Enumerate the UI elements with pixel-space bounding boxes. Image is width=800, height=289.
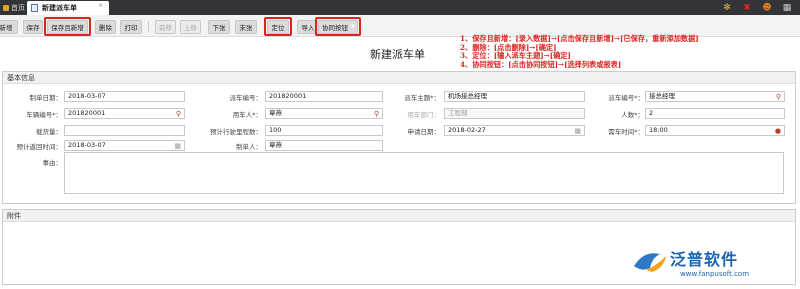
home-tab[interactable]: 首页 [0,2,28,13]
use-time-value: 18:00 [649,126,668,134]
make-date-field[interactable]: 2018-03-07 [64,91,185,102]
dispatch-no-label: 派车编号： [229,94,263,102]
use-time-field[interactable]: 18:00 ● [645,125,785,136]
user-avatar-icon[interactable]: ☻ [762,3,772,13]
use-time-label: 需车时间*： [608,128,644,136]
reason-label: 事由： [42,159,63,167]
dept-label: 用车部门： [407,111,441,119]
vehicle-no-value: 201820001 [68,109,106,117]
delete-button[interactable]: 删除 [95,20,116,34]
apply-date-value: 2018-02-27 [448,126,486,134]
return-field[interactable]: 2018-03-07 ▦ [64,140,185,151]
subject-field[interactable]: 机场接总经理 [444,91,585,102]
search-icon[interactable]: ⚲ [374,110,379,119]
vehicle-no-field[interactable]: 201820001 ⚲ [64,108,185,119]
section-header: 基本信息 [3,72,795,84]
grid-icon[interactable]: ▦ [782,3,792,13]
mileage-field[interactable]: 100 [265,125,383,136]
apply-no-field[interactable]: 接总经理 ⚲ [645,91,785,102]
separator [148,21,149,32]
apply-date-field[interactable]: 2018-02-27 ▦ [444,125,585,136]
apply-date-label: 申请日期： [407,128,441,136]
prev-button[interactable]: 上移 [180,20,201,34]
locate-button[interactable]: 定位 [267,20,289,34]
return-value: 2018-03-07 [68,141,106,149]
instruction-notes: 1、保存且新增：[录入数据]→[点击保存且新增]→[已保存，重新添加数据] 2、… [460,34,699,69]
vehicle-no-label: 车辆编号*： [26,111,62,119]
mileage-label: 预计行驶里程数： [210,128,262,136]
next-button[interactable]: 下张 [208,20,230,34]
chevron-down-icon: ▼ [351,24,355,30]
clock-icon[interactable]: ● [775,127,781,136]
subject-label: 派车主题*： [404,94,440,102]
brand-url: www.fanpusoft.com [680,270,750,278]
collab-label: 协同按钮 [322,24,348,32]
apply-no-value: 接总经理 [649,92,675,100]
search-icon[interactable]: ⚲ [776,93,781,102]
search-icon[interactable]: ⚲ [176,110,181,119]
user-label: 用车人*： [232,111,262,119]
print-button[interactable]: 打印 [120,20,142,34]
people-field[interactable]: 2 [645,108,785,119]
save-and-new-button[interactable]: 保存且新增 [47,20,88,34]
page-title: 新建派车单 [370,48,425,61]
collab-button[interactable]: 协同按钮 ▼ [318,20,358,34]
return-label: 预计返回时间： [16,143,63,151]
reason-textarea[interactable] [64,152,784,194]
home-label: 首页 [11,3,25,12]
apply-no-label: 派车编号*： [608,94,644,102]
user-value: 章燕 [269,109,282,117]
dispatch-no-field[interactable]: 201820001 [265,91,383,102]
brand-logo [634,253,666,272]
attachment-header[interactable]: 附件 [3,210,795,222]
last-button[interactable]: 末张 [235,20,257,34]
close-x-icon[interactable]: ✖ [742,3,752,13]
make-date-label: 制单日期： [29,94,63,102]
new-button[interactable]: 新增 [0,20,18,34]
note-line: 4、协同按钮：[点击协同按钮]→[选择列表或报表] [460,59,622,69]
dept-field: 工程部 [444,108,585,119]
settings-icon[interactable]: ✻ [722,3,732,13]
first-button[interactable]: 前移 [155,20,176,34]
people-label: 人数*： [621,111,644,119]
brand-name: 泛普软件 [670,250,739,269]
tab-close-icon[interactable]: × [98,2,103,9]
calendar-icon[interactable]: ▦ [574,127,581,136]
tab-new-dispatch[interactable]: 新建派车单 × [27,1,109,15]
save-button[interactable]: 保存 [23,20,43,34]
tab-title: 新建派车单 [42,4,77,12]
load-label: 载货量： [36,128,62,136]
maker-field[interactable]: 章燕 [265,140,383,151]
document-icon [31,4,38,12]
maker-label: 制单人： [236,143,262,151]
calendar-icon[interactable]: ▦ [174,142,181,151]
load-field[interactable] [64,125,185,136]
home-icon [3,4,9,11]
user-field[interactable]: 章燕 ⚲ [265,108,383,119]
top-tab-bar: 首页 新建派车单 × ✻ ✖ ☻ ▦ [0,0,800,15]
